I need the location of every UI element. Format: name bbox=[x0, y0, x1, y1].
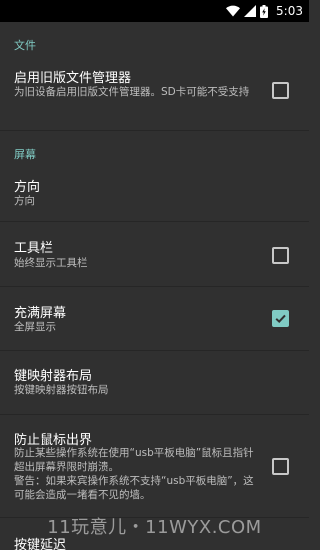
pref-title: 启用旧版文件管理器 bbox=[14, 71, 132, 86]
wifi-icon bbox=[226, 5, 241, 17]
pref-title: 方向 bbox=[14, 180, 41, 195]
mouse-bounds-checkbox[interactable] bbox=[272, 458, 289, 475]
pref-summary: 防止某些操作系统在使用“usb平板电脑”鼠标且指针超出屏幕界限时崩溃。 警告：如… bbox=[14, 447, 254, 501]
divider bbox=[0, 130, 309, 131]
pref-summary: 方向 bbox=[14, 195, 35, 207]
settings-screen: 5:03 文件 启用旧版文件管理器 为旧设备启用旧版文件管理器。SD卡可能不受支… bbox=[0, 0, 309, 550]
pref-title: 工具栏 bbox=[14, 241, 54, 256]
legacy-file-manager-checkbox[interactable] bbox=[272, 82, 289, 99]
checkmark-icon bbox=[275, 314, 286, 324]
pref-mouse-bounds[interactable]: 防止鼠标出界 防止某些操作系统在使用“usb平板电脑”鼠标且指针超出屏幕界限时崩… bbox=[0, 415, 309, 515]
pref-orientation[interactable]: 方向 方向 bbox=[0, 166, 309, 220]
toolbar-checkbox[interactable] bbox=[272, 247, 289, 264]
status-icons: 5:03 bbox=[226, 3, 303, 19]
fullscreen-checkbox[interactable] bbox=[272, 310, 289, 327]
pref-summary: 始终显示工具栏 bbox=[14, 257, 88, 269]
section-header-files: 文件 bbox=[14, 39, 36, 52]
watermark-text: 11玩意儿・11WYX.COM bbox=[47, 517, 262, 538]
pref-legacy-file-manager[interactable]: 启用旧版文件管理器 为旧设备启用旧版文件管理器。SD卡可能不受支持 bbox=[0, 58, 309, 116]
pref-summary: 全屏显示 bbox=[14, 321, 56, 333]
pref-fullscreen[interactable]: 充满屏幕 全屏显示 bbox=[0, 287, 309, 350]
status-bar: 5:03 bbox=[0, 0, 309, 22]
pref-summary: 为旧设备启用旧版文件管理器。SD卡可能不受支持 bbox=[14, 86, 250, 98]
signal-icon bbox=[244, 5, 257, 17]
pref-title: 键映射器布局 bbox=[14, 369, 93, 384]
section-header-screen: 屏幕 bbox=[14, 148, 36, 161]
pref-toolbar[interactable]: 工具栏 始终显示工具栏 bbox=[0, 222, 309, 286]
pref-keymapper-layout[interactable]: 键映射器布局 按键映射器按钮布局 bbox=[0, 351, 309, 414]
pref-title: 充满屏幕 bbox=[14, 306, 67, 321]
status-time: 5:03 bbox=[276, 4, 303, 18]
battery-icon bbox=[260, 4, 269, 18]
pref-summary: 按键映射器按钮布局 bbox=[14, 384, 109, 396]
